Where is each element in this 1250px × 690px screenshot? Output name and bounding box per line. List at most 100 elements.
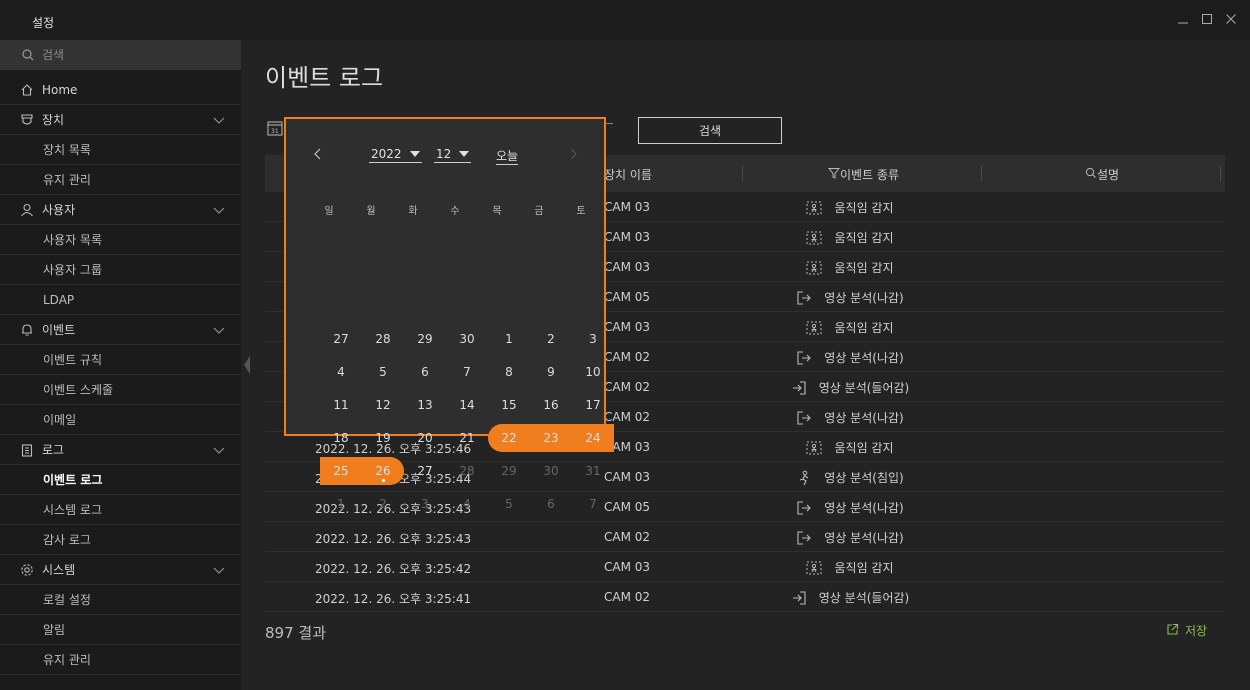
close-icon[interactable] <box>1222 10 1240 28</box>
intrusion-icon <box>796 470 818 486</box>
sidebar-item-ldap[interactable]: LDAP <box>0 285 241 315</box>
calendar-icon[interactable]: 31 <box>267 120 283 140</box>
prev-month-icon[interactable] <box>314 145 322 164</box>
today-button[interactable]: 오늘 <box>496 147 519 165</box>
search-button[interactable]: 검색 <box>638 117 782 144</box>
calendar-day[interactable]: 8 <box>488 359 530 385</box>
exit-icon <box>796 500 818 516</box>
year-value: 2022 <box>371 147 402 161</box>
table-row[interactable]: 2022. 12. 26. 오후 3:25:43 CAM 02 영상 분석(나감) <box>265 522 1225 552</box>
event-label: 영상 분석(나감) <box>824 411 904 425</box>
sidebar-item-system-log[interactable]: 시스템 로그 <box>0 495 241 525</box>
cell-event: 영상 분석(나감) <box>665 409 1035 426</box>
calendar-day[interactable]: 2 <box>362 491 404 517</box>
sidebar-item-system-maintenance[interactable]: 유지 관리 <box>0 645 241 675</box>
motion-icon <box>806 201 828 215</box>
calendar-day[interactable]: 12 <box>362 392 404 418</box>
sidebar-item-user-group[interactable]: 사용자 그룹 <box>0 255 241 285</box>
calendar-day[interactable]: 28 <box>362 326 404 352</box>
minimize-icon[interactable] <box>1174 10 1192 28</box>
chevron-down-icon <box>213 114 225 128</box>
sidebar-item-event-log[interactable]: 이벤트 로그 <box>0 465 241 495</box>
calendar-day[interactable]: 11 <box>320 392 362 418</box>
maximize-icon[interactable] <box>1198 10 1216 28</box>
calendar-day[interactable]: 7 <box>446 359 488 385</box>
calendar-day[interactable]: 10 <box>572 359 614 385</box>
calendar-day[interactable]: 14 <box>446 392 488 418</box>
sidebar-group-log[interactable]: 로그 <box>0 435 241 465</box>
filter-icon[interactable] <box>827 167 841 182</box>
calendar-day[interactable]: 24 <box>572 425 614 451</box>
event-label: 움직임 감지 <box>834 231 894 245</box>
cell-event: 영상 분석(나감) <box>665 499 1035 516</box>
sidebar-group-user[interactable]: 사용자 <box>0 195 241 225</box>
device-icon <box>20 113 34 127</box>
cell-event: 영상 분석(나감) <box>665 349 1035 366</box>
table-row[interactable]: 2022. 12. 26. 오후 3:25:41 CAM 02 영상 분석(들어감) <box>265 582 1225 612</box>
calendar-day[interactable]: 30 <box>446 326 488 352</box>
sidebar-item-device-maintenance[interactable]: 유지 관리 <box>0 165 241 195</box>
calendar-day[interactable]: 27 <box>320 326 362 352</box>
calendar-day[interactable]: 23 <box>530 425 572 451</box>
sidebar-item-notifications[interactable]: 알림 <box>0 615 241 645</box>
calendar-day[interactable]: 29 <box>404 326 446 352</box>
cell-event: 움직임 감지 <box>665 199 1035 216</box>
sidebar-item-audit-log[interactable]: 감사 로그 <box>0 525 241 555</box>
sidebar-group-system[interactable]: 시스템 <box>0 555 241 585</box>
calendar-day[interactable]: 30 <box>530 458 572 484</box>
chevron-down-icon <box>213 204 225 218</box>
calendar-day[interactable]: 31 <box>572 458 614 484</box>
calendar-day[interactable]: 7 <box>572 491 614 517</box>
sidebar-item-device-list[interactable]: 장치 목록 <box>0 135 241 165</box>
calendar-day[interactable]: 18 <box>320 425 362 451</box>
sidebar-group-device[interactable]: 장치 <box>0 105 241 135</box>
calendar-day[interactable]: 5 <box>362 359 404 385</box>
sidebar-item-event-schedule[interactable]: 이벤트 스케줄 <box>0 375 241 405</box>
column-divider <box>1220 166 1221 181</box>
calendar-day[interactable]: 20 <box>404 425 446 451</box>
sidebar-item-home[interactable]: Home <box>0 75 241 105</box>
motion-icon <box>806 261 828 275</box>
calendar-day[interactable]: 13 <box>404 392 446 418</box>
sidebar-item-user-list[interactable]: 사용자 목록 <box>0 225 241 255</box>
sidebar-group-event[interactable]: 이벤트 <box>0 315 241 345</box>
calendar-day[interactable]: 19 <box>362 425 404 451</box>
weekday-label: 목 <box>492 206 502 217</box>
calendar-day[interactable]: 27 <box>404 458 446 484</box>
sidebar-group-label: 이벤트 <box>42 323 76 337</box>
calendar-day[interactable]: 17 <box>572 392 614 418</box>
calendar-day[interactable]: 25 <box>320 458 362 484</box>
column-header-device[interactable]: 장치 이름 <box>604 166 652 183</box>
next-month-icon[interactable] <box>569 145 577 164</box>
column-header-description[interactable]: 설명 <box>1085 166 1119 183</box>
calendar-day[interactable]: 1 <box>320 491 362 517</box>
calendar-day[interactable]: 28 <box>446 458 488 484</box>
calendar-day[interactable]: 6 <box>530 491 572 517</box>
search-icon[interactable] <box>1085 167 1097 182</box>
calendar-day[interactable]: 21 <box>446 425 488 451</box>
sidebar-item-email[interactable]: 이메일 <box>0 405 241 435</box>
search-input[interactable] <box>42 48 222 62</box>
table-row[interactable]: 2022. 12. 26. 오후 3:25:42 CAM 03 움직임 감지 <box>265 552 1225 582</box>
calendar-day[interactable]: 4 <box>320 359 362 385</box>
sidebar-item-local-settings[interactable]: 로컬 설정 <box>0 585 241 615</box>
calendar-day[interactable]: 9 <box>530 359 572 385</box>
calendar-day[interactable]: 29 <box>488 458 530 484</box>
calendar-day[interactable]: 5 <box>488 491 530 517</box>
calendar-day[interactable]: 1 <box>488 326 530 352</box>
calendar-day[interactable]: 3 <box>404 491 446 517</box>
cell-time: 2022. 12. 26. 오후 3:25:41 <box>315 592 472 606</box>
calendar-day[interactable]: 16 <box>530 392 572 418</box>
sidebar-item-event-rules[interactable]: 이벤트 규칙 <box>0 345 241 375</box>
event-label: 움직임 감지 <box>834 441 894 455</box>
calendar-day[interactable]: 4 <box>446 491 488 517</box>
calendar-day[interactable]: 2 <box>530 326 572 352</box>
calendar-day[interactable]: 15 <box>488 392 530 418</box>
column-header-event[interactable]: 이벤트 종류 <box>827 166 899 183</box>
calendar-day[interactable]: 22 <box>488 425 530 451</box>
month-select[interactable]: 12 <box>434 147 472 163</box>
calendar-day[interactable]: 3 <box>572 326 614 352</box>
calendar-day[interactable]: 6 <box>404 359 446 385</box>
save-button[interactable]: 저장 <box>1166 622 1207 639</box>
year-select[interactable]: 2022 <box>369 147 422 163</box>
